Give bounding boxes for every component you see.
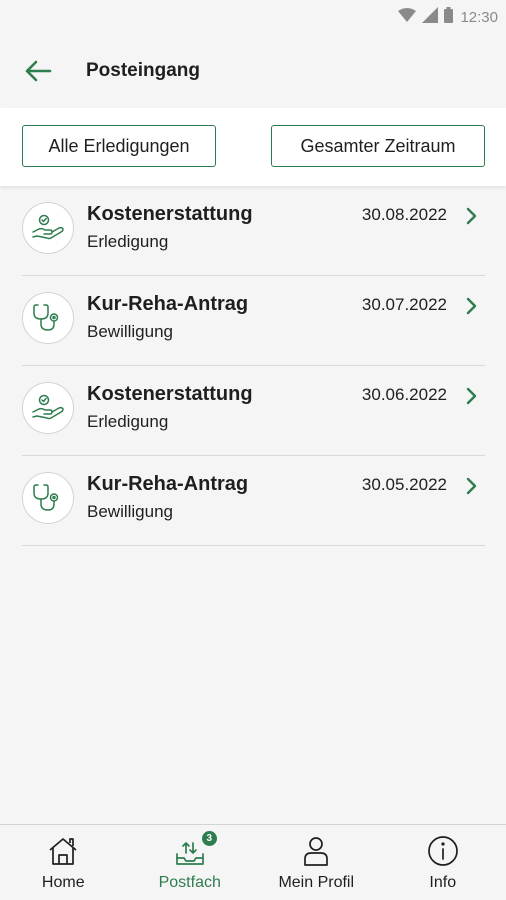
stethoscope-icon	[22, 472, 74, 524]
back-button[interactable]	[18, 51, 58, 91]
status-time: 12:30	[460, 8, 498, 26]
message-date: 30.08.2022	[361, 205, 447, 224]
period-filter-button[interactable]: Gesamter Zeitraum	[271, 125, 485, 167]
nav-item-mein-profil[interactable]: Mein Profil	[253, 825, 380, 900]
profile-icon	[304, 837, 329, 866]
nav-label-info: Info	[429, 874, 457, 891]
stethoscope-icon	[22, 292, 74, 344]
nav-label-postfach: Postfach	[158, 874, 221, 891]
message-title: Kostenerstattung	[87, 203, 253, 225]
wifi-icon	[398, 8, 417, 26]
message-title: Kur-Reha-Antrag	[87, 473, 249, 495]
battery-icon	[444, 7, 454, 27]
bottom-navigation: Home 3 Postfach Mein Profil Info	[0, 824, 506, 900]
message-date: 30.07.2022	[361, 295, 447, 314]
filter-bar: Alle Erledigungen Gesamter Zeitraum	[0, 108, 506, 186]
arrow-left-icon	[25, 60, 52, 82]
message-title: Kostenerstattung	[87, 383, 253, 405]
message-title: Kur-Reha-Antrag	[87, 293, 249, 315]
message-subtitle: Erledigung	[87, 232, 169, 251]
message-subtitle: Erledigung	[87, 412, 169, 431]
chevron-right-icon	[466, 297, 477, 315]
app-bar: Posteingang	[0, 34, 506, 108]
message-subtitle: Bewilligung	[87, 322, 173, 341]
page-title: Posteingang	[86, 60, 201, 81]
message-list: Kostenerstattung Erledigung 30.08.2022 K…	[22, 186, 485, 546]
chevron-right-icon	[466, 477, 477, 495]
list-item[interactable]: Kostenerstattung Erledigung 30.08.2022	[22, 186, 485, 276]
unread-badge: 3	[201, 831, 217, 846]
info-icon	[427, 836, 458, 866]
status-bar: 12:30	[0, 0, 506, 34]
nav-item-home[interactable]: Home	[0, 825, 127, 900]
message-date: 30.06.2022	[361, 385, 447, 404]
hand-money-icon	[22, 202, 74, 254]
nav-label-mein-profil: Mein Profil	[278, 874, 355, 891]
message-subtitle: Bewilligung	[87, 502, 173, 521]
hand-money-icon	[22, 382, 74, 434]
list-item[interactable]: Kur-Reha-Antrag Bewilligung 30.05.2022	[22, 456, 485, 546]
nav-label-home: Home	[41, 874, 85, 891]
chevron-right-icon	[466, 387, 477, 405]
home-icon	[49, 838, 77, 865]
message-date: 30.05.2022	[361, 475, 447, 494]
nav-item-info[interactable]: Info	[380, 825, 506, 900]
signal-icon	[422, 7, 439, 27]
type-filter-button[interactable]: Alle Erledigungen	[22, 125, 216, 167]
nav-item-postfach[interactable]: 3 Postfach	[127, 825, 254, 900]
list-item[interactable]: Kostenerstattung Erledigung 30.06.2022	[22, 366, 485, 456]
list-item[interactable]: Kur-Reha-Antrag Bewilligung 30.07.2022	[22, 276, 485, 366]
chevron-right-icon	[466, 207, 477, 225]
